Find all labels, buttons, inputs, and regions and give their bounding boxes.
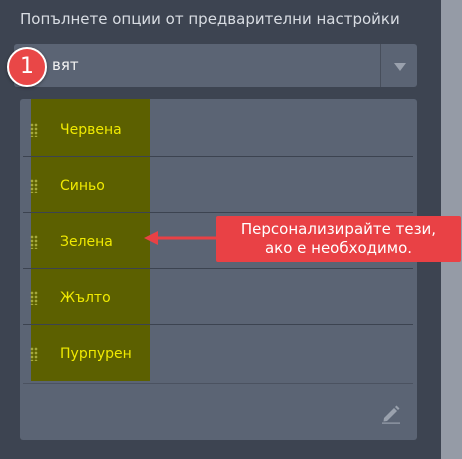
dropdown-divider [380, 44, 381, 87]
option-row[interactable]: Пурпурен [23, 325, 413, 381]
pencil-icon[interactable] [380, 402, 402, 424]
option-label: Червена [60, 122, 122, 138]
drag-handle-icon[interactable] [30, 123, 38, 137]
option-row[interactable]: Жълто [23, 269, 413, 325]
drag-handle-icon[interactable] [30, 347, 38, 361]
drag-handle-icon[interactable] [30, 291, 38, 305]
callout-line: Персонализирайте тези, [240, 220, 437, 238]
option-label: Зелена [60, 234, 113, 250]
chevron-down-icon[interactable] [394, 63, 406, 71]
dropdown-selected-value: вят [52, 56, 79, 74]
option-row[interactable]: Синьо [23, 157, 413, 213]
section-title: Попълнете опции от предварителни настрой… [20, 10, 400, 28]
option-label: Жълто [60, 290, 111, 306]
callout-tooltip: Персонализирайте тези, ако е необходимо. [216, 216, 461, 262]
option-label: Пурпурен [60, 346, 132, 362]
row-divider [23, 380, 413, 381]
callout-line: ако е необходимо. [264, 239, 413, 257]
step-badge: 1 [7, 47, 47, 87]
row-divider [23, 383, 413, 384]
drag-handle-icon[interactable] [30, 235, 38, 249]
arrow-left-icon [144, 231, 218, 245]
option-row[interactable]: Червена [23, 101, 413, 157]
preset-dropdown[interactable]: вят [14, 44, 417, 87]
option-label: Синьо [60, 178, 105, 194]
drag-handle-icon[interactable] [30, 179, 38, 193]
